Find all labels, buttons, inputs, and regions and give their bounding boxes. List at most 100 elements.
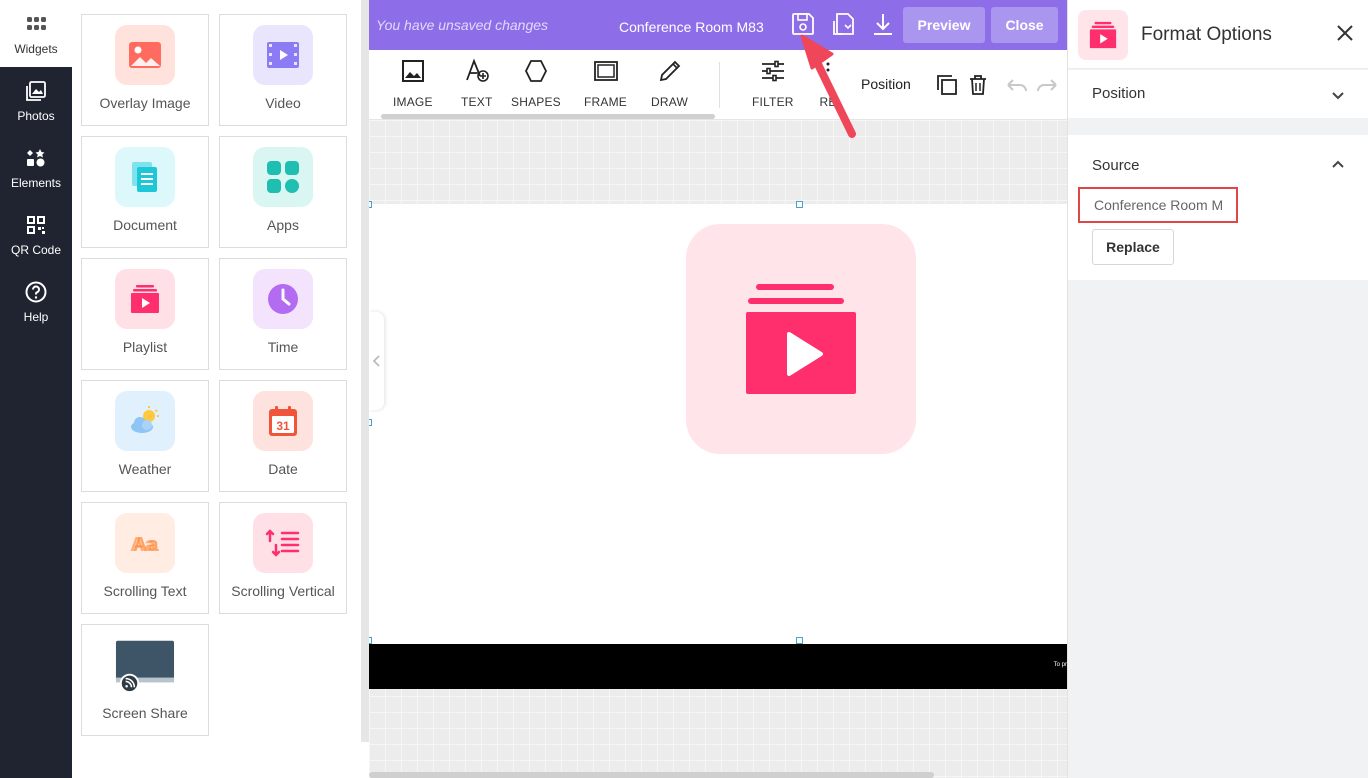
rail-label: Elements	[10, 175, 62, 190]
ticker-text: To pr	[1053, 662, 1067, 668]
source-section: Source Conference Room M Replace	[1068, 135, 1368, 280]
svg-text:Aa: Aa	[133, 534, 159, 556]
tool-filter[interactable]: FILTER	[752, 58, 794, 109]
tool-text[interactable]: TEXT	[461, 58, 492, 109]
rail-item-elements[interactable]: Elements	[0, 134, 72, 201]
tool-label: SHAPES	[511, 95, 561, 109]
more-icon	[826, 62, 830, 72]
widget-document[interactable]: Document	[81, 136, 209, 248]
scrolling-text-icon: Aa Aa	[115, 513, 175, 573]
resize-handle[interactable]	[796, 201, 803, 208]
widgets-scrollbar[interactable]	[361, 0, 369, 742]
tool-label: IMAGE	[393, 95, 433, 109]
resize-handle[interactable]	[796, 637, 803, 644]
clock-icon	[253, 269, 313, 329]
undo-icon[interactable]	[1005, 75, 1029, 95]
widget-screen-share[interactable]: Screen Share	[81, 624, 209, 736]
close-button[interactable]: Close	[991, 7, 1058, 43]
canvas-scrollbar[interactable]	[369, 772, 934, 778]
close-icon[interactable]	[1334, 22, 1356, 44]
replace-button[interactable]: Replace	[1092, 229, 1174, 265]
widget-playlist[interactable]: Playlist	[81, 258, 209, 370]
source-section-title: Source	[1092, 157, 1140, 174]
tool-image[interactable]: IMAGE	[393, 58, 433, 109]
duplicate-icon[interactable]	[935, 73, 959, 97]
redo-icon[interactable]	[1035, 75, 1059, 95]
widget-label: Video	[265, 95, 301, 111]
position-section-title: Position	[1092, 85, 1146, 102]
save-icon[interactable]	[790, 11, 816, 37]
shapes-icon	[524, 60, 547, 82]
text-add-icon	[465, 58, 489, 82]
widget-label: Apps	[267, 217, 299, 233]
widget-video[interactable]: Video	[219, 14, 347, 126]
collapse-panel-tab[interactable]	[369, 312, 384, 410]
chevron-up-icon[interactable]	[1330, 156, 1346, 172]
widgets-panel: Overlay Image Video Document Apps Playli…	[72, 0, 369, 778]
tool-more[interactable]: RE	[815, 58, 841, 109]
save-as-icon[interactable]	[831, 11, 857, 37]
document-icon	[115, 147, 175, 207]
photos-icon	[26, 80, 46, 101]
rail-item-photos[interactable]: Photos	[0, 67, 72, 134]
rail-label: QR Code	[10, 242, 62, 257]
widget-date[interactable]: 31 Date	[219, 380, 347, 492]
playlist-icon	[1078, 10, 1128, 60]
unsaved-changes-text: You have unsaved changes	[376, 17, 549, 33]
image-icon	[115, 25, 175, 85]
left-rail: Widgets Photos Elements QR Code Help	[0, 0, 72, 778]
grid-dots-icon	[27, 16, 46, 30]
widget-label: Date	[268, 461, 298, 477]
ticker-bar[interactable]: To pr	[369, 644, 1067, 689]
widget-label: Overlay Image	[99, 95, 191, 111]
tool-label: DRAW	[651, 95, 689, 109]
frame-icon	[593, 61, 618, 81]
preview-button[interactable]: Preview	[903, 7, 985, 43]
tool-frame[interactable]: FRAME	[584, 58, 627, 109]
playlist-widget-preview[interactable]	[686, 224, 916, 454]
qr-code-icon	[27, 215, 45, 234]
tool-shapes[interactable]: SHAPES	[511, 58, 561, 109]
trash-icon[interactable]	[966, 73, 990, 97]
design-canvas[interactable]: To pr	[369, 120, 1067, 778]
tool-label: FILTER	[752, 95, 794, 109]
widget-label: Screen Share	[102, 705, 188, 721]
tool-draw[interactable]: DRAW	[651, 58, 688, 109]
widget-label: Playlist	[122, 339, 168, 355]
tool-label: TEXT	[461, 95, 493, 109]
position-section[interactable]: Position	[1068, 70, 1368, 118]
pencil-icon	[659, 60, 680, 82]
toolbar-scrollbar[interactable]	[381, 114, 715, 119]
scrolling-vertical-icon	[253, 513, 313, 573]
chevron-down-icon[interactable]	[1330, 88, 1346, 104]
format-options-panel: Format Options Position Source Conferenc…	[1067, 0, 1368, 778]
source-name-field[interactable]: Conference Room M	[1078, 187, 1238, 223]
elements-icon	[27, 148, 45, 166]
tool-label: FRAME	[584, 95, 627, 109]
widget-label: Scrolling Text	[103, 583, 187, 599]
widget-label: Document	[113, 217, 177, 233]
rail-item-qr-code[interactable]: QR Code	[0, 201, 72, 268]
widget-scrolling-vertical[interactable]: Scrolling Vertical	[219, 502, 347, 614]
resize-handle[interactable]	[369, 419, 372, 426]
image-icon	[401, 60, 424, 82]
widget-overlay-image[interactable]: Overlay Image	[81, 14, 209, 126]
rail-item-widgets[interactable]: Widgets	[0, 0, 72, 67]
weather-icon	[115, 391, 175, 451]
widget-weather[interactable]: Weather	[81, 380, 209, 492]
widget-apps[interactable]: Apps	[219, 136, 347, 248]
format-panel-title: Format Options	[1141, 24, 1272, 45]
document-title: Conference Room M83	[619, 19, 764, 35]
rail-label: Help	[23, 309, 49, 324]
rail-item-help[interactable]: Help	[0, 268, 72, 335]
download-icon[interactable]	[870, 11, 896, 37]
widget-label: Time	[267, 339, 299, 355]
filter-sliders-icon	[761, 60, 784, 82]
resize-handle[interactable]	[369, 637, 372, 644]
rail-label: Photos	[17, 108, 55, 123]
position-label[interactable]: Position	[857, 76, 915, 92]
widget-scrolling-text[interactable]: Aa Aa Scrolling Text	[81, 502, 209, 614]
widget-time[interactable]: Time	[219, 258, 347, 370]
rail-label: Widgets	[14, 41, 58, 56]
resize-handle[interactable]	[369, 201, 372, 208]
